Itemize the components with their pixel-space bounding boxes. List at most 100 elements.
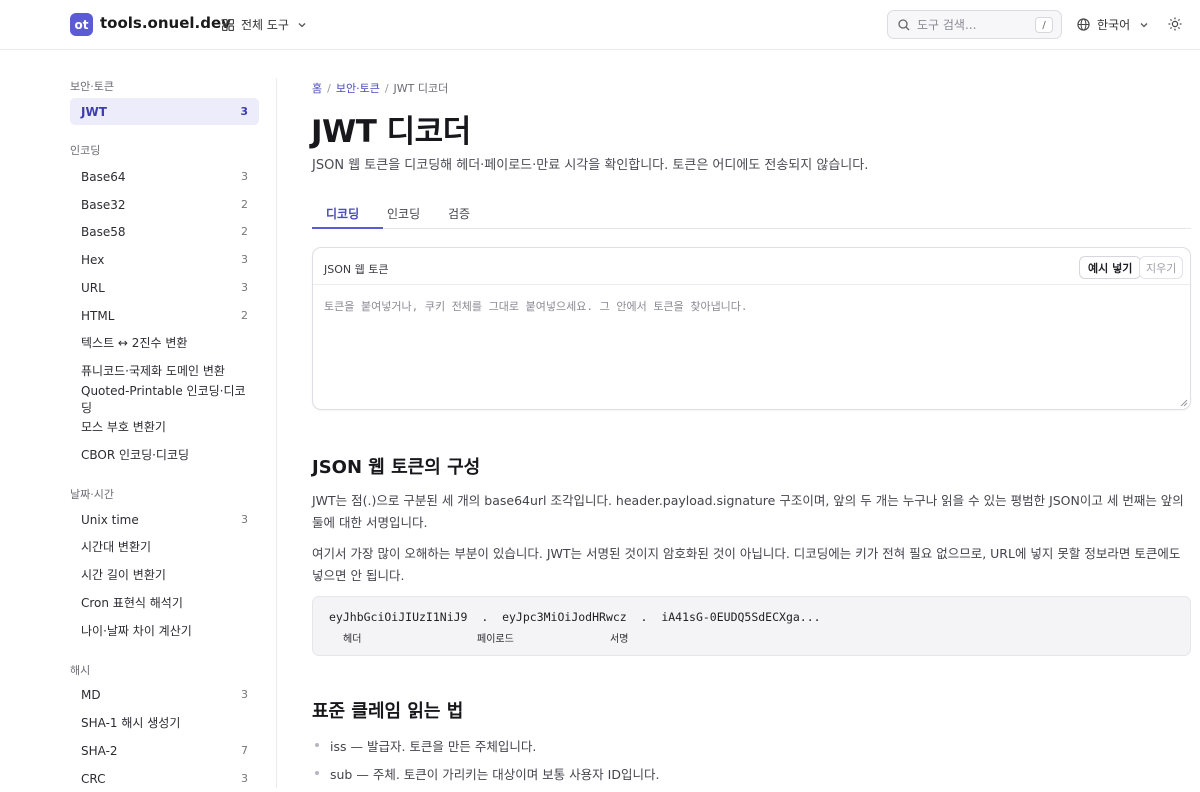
breadcrumb-section-link[interactable]: 보안·토큰 [336, 80, 380, 96]
sidebar-item-count: 3 [241, 170, 248, 183]
globe-icon [1077, 18, 1090, 31]
sidebar-item-count: 3 [241, 513, 248, 526]
section-paragraph: 여기서 가장 많이 오해하는 부분이 있습니다. JWT는 서명된 것이지 암호… [312, 546, 1181, 583]
sidebar-item-label: Base32 [81, 197, 126, 212]
sidebar-item-label: SHA-2 [81, 743, 118, 758]
sidebar-item-label: Base64 [81, 169, 126, 184]
theme-toggle-button[interactable] [1168, 16, 1182, 35]
sidebar-item-label: HTML [81, 308, 115, 323]
chevron-down-icon [1140, 22, 1148, 27]
breadcrumb-separator: / [384, 81, 389, 95]
sidebar-item-unix-time[interactable]: Unix time 3 [70, 506, 259, 533]
insert-example-button[interactable]: 예시 넣기 [1079, 256, 1142, 279]
tab-decode[interactable]: 디코딩 [326, 205, 359, 222]
sidebar-item-sha2[interactable]: SHA-2 7 [70, 737, 259, 764]
tab-encode[interactable]: 인코딩 [387, 205, 420, 222]
all-tools-label: 전체 도구 [241, 18, 289, 32]
sidebar-item-morse[interactable]: 모스 부호 변환기 [70, 413, 259, 440]
sidebar-item-label: URL [81, 280, 105, 295]
sidebar-item-cbor[interactable]: CBOR 인코딩·디코딩 [70, 441, 259, 468]
breadcrumb-home-link[interactable]: 홈 [312, 80, 322, 96]
sidebar-item-hex[interactable]: Hex 3 [70, 246, 259, 273]
logo-badge[interactable]: ot [70, 13, 93, 36]
section-paragraph: JWT는 점(.)으로 구분된 세 개의 base64url 조각입니다. he… [312, 493, 1184, 530]
sidebar-item-count: 3 [241, 281, 248, 294]
token-input-label: JSON 웹 토큰 [324, 263, 389, 276]
clear-button[interactable]: 지우기 [1139, 256, 1184, 279]
breadcrumb: 홈 / 보안·토큰 / JWT 디코더 [312, 80, 448, 96]
sidebar-item-label: CRC [81, 771, 106, 786]
search-box[interactable]: / [887, 10, 1062, 39]
site-name[interactable]: tools.onuel.dev [100, 14, 231, 32]
language-selector[interactable]: 한국어 [1077, 16, 1149, 33]
sidebar-item-label: CBOR 인코딩·디코딩 [81, 448, 190, 462]
sidebar-item-label: 나이·날짜 차이 계산기 [81, 624, 192, 638]
sidebar-item-count: 3 [241, 688, 248, 701]
sidebar-item-label: 시간 길이 변환기 [81, 568, 166, 582]
tab-verify[interactable]: 검증 [448, 205, 470, 222]
active-tab-indicator [312, 227, 383, 229]
sidebar-item-base32[interactable]: Base32 2 [70, 191, 259, 218]
sidebar-item-punycode[interactable]: 퓨니코드·국제화 도메인 변환 [70, 357, 259, 384]
breadcrumb-current: JWT 디코더 [393, 82, 449, 95]
sidebar-item-cron[interactable]: Cron 표현식 해석기 [70, 589, 259, 616]
sidebar-item-count: 3 [241, 772, 248, 785]
page-title: JWT 디코더 [311, 114, 471, 150]
token-input[interactable] [313, 286, 1190, 409]
sidebar-item-base58[interactable]: Base58 2 [70, 218, 259, 245]
grid-icon [222, 18, 234, 31]
sidebar-item-count: 2 [241, 309, 248, 322]
sidebar-item-count: 7 [241, 744, 248, 757]
sidebar-item-label: 퓨니코드·국제화 도메인 변환 [81, 364, 225, 378]
sidebar-item-label: 텍스트 ↔ 2진수 변환 [81, 336, 188, 350]
sidebar-item-count: 3 [241, 253, 248, 266]
code-caption-payload: 페이로드 [477, 634, 514, 645]
sidebar-item-label: Unix time [81, 512, 139, 527]
jwt-example-code: eyJhbGciOiJIUzI1NiJ9 . eyJpc3MiOiJodHRwc… [329, 610, 821, 624]
sidebar-item-sha1[interactable]: SHA-1 해시 생성기 [70, 709, 259, 736]
sidebar-item-label: SHA-1 해시 생성기 [81, 716, 181, 730]
sidebar-item-label: Hex [81, 252, 105, 267]
token-input-card: JSON 웹 토큰 예시 넣기 지우기 [312, 247, 1191, 410]
sidebar-item-quoted-printable[interactable]: Quoted-Printable 인코딩·디코딩 [70, 384, 259, 415]
search-icon [898, 18, 910, 30]
sidebar-item-label: Cron 표현식 해석기 [81, 596, 183, 610]
sidebar-item-label: 모스 부호 변환기 [81, 420, 166, 434]
sidebar-item-count: 2 [241, 198, 248, 211]
section-heading-structure: JSON 웹 토큰의 구성 [312, 457, 481, 478]
sidebar-item-md[interactable]: MD 3 [70, 681, 259, 708]
sidebar-category: 보안·토큰 [70, 80, 114, 93]
language-label: 한국어 [1097, 18, 1131, 32]
sidebar-item-count: 2 [241, 225, 248, 238]
tool-tabs: 디코딩 인코딩 검증 [312, 197, 1191, 229]
sidebar-item-text-binary[interactable]: 텍스트 ↔ 2진수 변환 [70, 329, 259, 356]
code-caption-signature: 서명 [610, 634, 629, 645]
sidebar-item-timezone[interactable]: 시간대 변환기 [70, 533, 259, 560]
sidebar-divider [276, 78, 277, 788]
sidebar-item-label: MD [81, 687, 101, 702]
sidebar-item-base64[interactable]: Base64 3 [70, 163, 259, 190]
resize-handle-icon[interactable] [1180, 399, 1188, 407]
sidebar-item-url[interactable]: URL 3 [70, 274, 259, 301]
section-heading-claims: 표준 클레임 읽는 법 [312, 701, 464, 722]
claims-list: iss — 발급자. 토큰을 만든 주체입니다. sub — 주체. 토큰이 가… [315, 736, 659, 792]
sidebar-item-label: 시간대 변환기 [81, 540, 152, 554]
sidebar-item-label: Base58 [81, 224, 126, 239]
sidebar-item-count: 3 [240, 105, 248, 118]
search-shortcut-key: / [1035, 17, 1053, 33]
list-item: iss — 발급자. 토큰을 만든 주체입니다. [315, 736, 659, 764]
sun-icon [1168, 17, 1182, 31]
breadcrumb-separator: / [327, 81, 331, 95]
sidebar-item-age-calc[interactable]: 나이·날짜 차이 계산기 [70, 617, 259, 644]
sidebar-item-duration[interactable]: 시간 길이 변환기 [70, 561, 259, 588]
code-caption-header: 헤더 [343, 634, 362, 645]
search-input[interactable] [917, 17, 1027, 32]
all-tools-menu[interactable]: 전체 도구 [222, 16, 307, 33]
jwt-structure-code-block: eyJhbGciOiJIUzI1NiJ9 . eyJpc3MiOiJodHRwc… [312, 596, 1191, 656]
sidebar-item-html[interactable]: HTML 2 [70, 302, 259, 329]
sidebar-category: 날짜·시간 [70, 488, 114, 501]
sidebar-category: 인코딩 [70, 144, 101, 157]
sidebar-category: 해시 [70, 664, 91, 677]
chevron-down-icon [298, 22, 306, 27]
sidebar-item-jwt[interactable]: JWT 3 [70, 98, 259, 125]
